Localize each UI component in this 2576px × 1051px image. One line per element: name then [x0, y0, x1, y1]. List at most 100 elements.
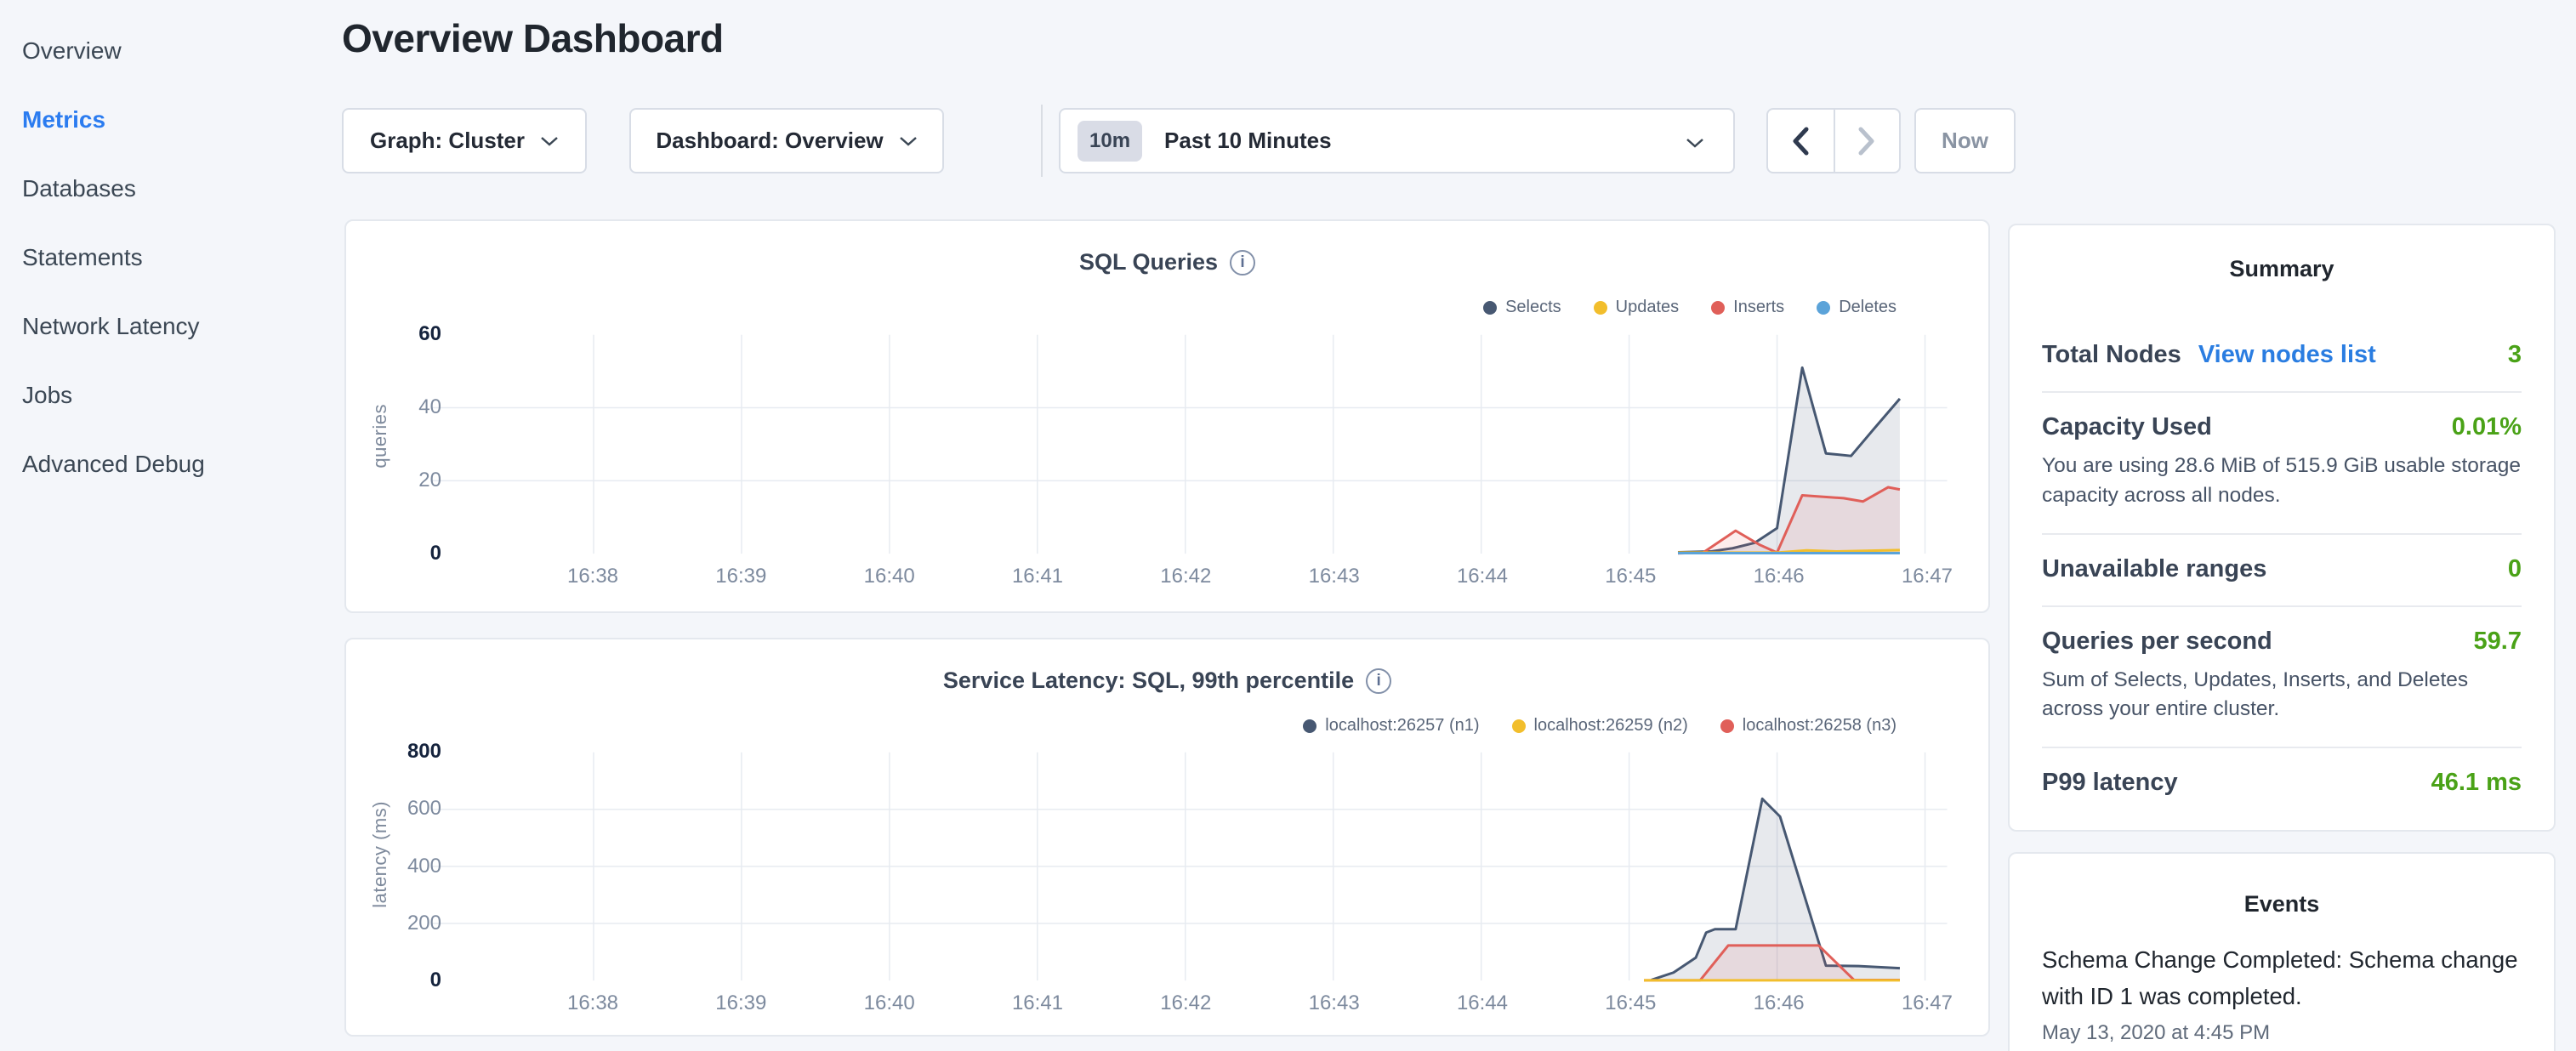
chevron-down-icon	[1686, 137, 1704, 149]
time-window-label: Past 10 Minutes	[1164, 128, 1332, 154]
chart-title: Service Latency: SQL, 99th percentile	[943, 668, 1354, 694]
legend-dot	[1303, 719, 1316, 733]
x-axis-tick: 16:41	[987, 565, 1089, 588]
graph-dropdown-label: Graph: Cluster	[370, 128, 525, 154]
chart-legend: Selects Updates Inserts Deletes	[1483, 298, 1896, 317]
legend-label: localhost:26258 (n3)	[1743, 716, 1896, 736]
chart-legend: localhost:26257 (n1) localhost:26259 (n2)…	[1303, 716, 1896, 736]
summary-row: Total Nodes View nodes list 3	[2042, 321, 2522, 393]
summary-row-description: You are using 28.6 MiB of 515.9 GiB usab…	[2042, 452, 2522, 511]
sidebar-item-overview[interactable]: Overview	[22, 24, 340, 93]
y-axis-tick: 0	[346, 969, 441, 992]
chevron-left-icon	[1790, 126, 1811, 156]
time-step-buttons	[1766, 108, 1901, 173]
summary-row: Queries per second 59.7 Sum of Selects, Up…	[2042, 607, 2522, 749]
x-axis-tick: 16:45	[1579, 565, 1681, 588]
summary-row-head: P99 latency 46.1 ms	[2042, 769, 2522, 797]
previous-time-button[interactable]	[1768, 110, 1834, 172]
summary-row-label: Unavailable ranges	[2042, 555, 2266, 583]
legend-item: localhost:26257 (n1)	[1303, 716, 1479, 736]
page-title: Overview Dashboard	[342, 15, 724, 61]
now-button[interactable]: Now	[1914, 108, 2016, 173]
sidebar-item-network-latency[interactable]: Network Latency	[22, 299, 340, 368]
x-axis-tick: 16:45	[1579, 991, 1681, 1015]
summary-row-value: 0	[2508, 555, 2522, 583]
events-panel: Events Schema Change Completed: Schema c…	[2008, 852, 2556, 1051]
sidebar-item-statements[interactable]: Statements	[22, 230, 340, 299]
sidebar-item-advanced-debug[interactable]: Advanced Debug	[22, 437, 340, 506]
summary-title: Summary	[2010, 256, 2554, 282]
summary-row-label: Capacity Used	[2042, 413, 2212, 441]
sql-queries-plot	[346, 221, 1988, 611]
summary-row-value: 59.7	[2474, 628, 2522, 656]
y-axis-tick: 400	[346, 855, 441, 878]
x-axis-tick: 16:46	[1728, 991, 1830, 1015]
summary-rows: Total Nodes View nodes list 3 Capacity Used…	[2042, 321, 2522, 819]
summary-row: Unavailable ranges 0	[2042, 535, 2522, 607]
next-time-button[interactable]	[1834, 110, 1899, 172]
x-axis-tick: 16:41	[987, 991, 1089, 1015]
dashboard-dropdown-label: Dashboard: Overview	[656, 128, 883, 154]
x-axis-tick: 16:38	[542, 565, 644, 588]
legend-label: Inserts	[1733, 298, 1784, 317]
now-button-label: Now	[1942, 128, 1988, 154]
x-axis-tick: 16:40	[839, 565, 941, 588]
summary-panel: Summary Total Nodes View nodes list 3 Capac…	[2008, 224, 2556, 832]
summary-row-value: 46.1 ms	[2431, 769, 2522, 797]
legend-dot	[1711, 301, 1725, 315]
x-axis-tick: 16:43	[1283, 565, 1385, 588]
chevron-right-icon	[1857, 126, 1877, 156]
summary-row-value: 3	[2508, 341, 2522, 369]
legend-label: Deletes	[1839, 298, 1896, 317]
x-axis-tick: 16:44	[1431, 991, 1533, 1015]
events-title: Events	[2010, 891, 2554, 917]
service-latency-chart-card: Service Latency: SQL, 99th percentile i …	[344, 638, 1990, 1037]
time-window-badge: 10m	[1078, 121, 1142, 162]
y-axis-tick: 0	[346, 542, 441, 565]
x-axis-tick: 16:42	[1134, 565, 1237, 588]
time-range-dropdown[interactable]: 10m Past 10 Minutes	[1059, 108, 1735, 173]
summary-row-label: P99 latency	[2042, 769, 2178, 797]
summary-row-label: Queries per second	[2042, 628, 2272, 656]
summary-row-value: 0.01%	[2452, 413, 2522, 441]
x-axis-tick: 16:47	[1876, 991, 1978, 1015]
y-axis-tick: 200	[346, 912, 441, 935]
event-list: Schema Change Completed: Schema change w…	[2042, 942, 2525, 1045]
legend-item: localhost:26259 (n2)	[1512, 716, 1688, 736]
summary-row-head: Queries per second 59.7	[2042, 628, 2522, 656]
x-axis-tick: 16:38	[542, 991, 644, 1015]
y-axis-tick: 800	[346, 740, 441, 764]
controls-divider	[1041, 105, 1043, 177]
y-axis-tick: 40	[346, 395, 441, 419]
chevron-down-icon	[540, 135, 559, 147]
y-axis-tick: 20	[346, 469, 441, 492]
summary-row-description: Sum of Selects, Updates, Inserts, and De…	[2042, 666, 2522, 725]
x-axis-tick: 16:46	[1728, 565, 1830, 588]
sql-queries-chart-card: SQL Queries i SelectsUpdatesInsertsDelet…	[344, 219, 1990, 613]
legend-dot	[1483, 301, 1497, 315]
controls-bar: Graph: Cluster Dashboard: Overview 10m P…	[0, 108, 2576, 173]
summary-row-label: Total Nodes	[2042, 341, 2181, 369]
legend-label: Updates	[1616, 298, 1680, 317]
dashboard-dropdown[interactable]: Dashboard: Overview	[629, 108, 944, 173]
x-axis-tick: 16:47	[1876, 565, 1978, 588]
y-axis-tick: 600	[346, 797, 441, 821]
event-item[interactable]: Schema Change Completed: Schema change w…	[2042, 942, 2525, 1045]
service-latency-plot	[346, 639, 1988, 1035]
legend-item: localhost:26258 (n3)	[1720, 716, 1896, 736]
summary-row-head: Unavailable ranges 0	[2042, 555, 2522, 583]
legend-item: Deletes	[1817, 298, 1896, 317]
graph-dropdown[interactable]: Graph: Cluster	[342, 108, 587, 173]
legend-item: Selects	[1483, 298, 1561, 317]
summary-row: P99 latency 46.1 ms	[2042, 748, 2522, 819]
view-nodes-list-link[interactable]: View nodes list	[2198, 341, 2376, 369]
x-axis-tick: 16:43	[1283, 991, 1385, 1015]
legend-label: localhost:26257 (n1)	[1325, 716, 1479, 736]
y-axis-tick: 60	[346, 322, 441, 346]
info-icon[interactable]: i	[1366, 668, 1391, 694]
info-icon[interactable]: i	[1230, 250, 1255, 276]
x-axis-tick: 16:44	[1431, 565, 1533, 588]
legend-dot	[1512, 719, 1526, 733]
sidebar-item-jobs[interactable]: Jobs	[22, 368, 340, 437]
legend-dot	[1720, 719, 1734, 733]
